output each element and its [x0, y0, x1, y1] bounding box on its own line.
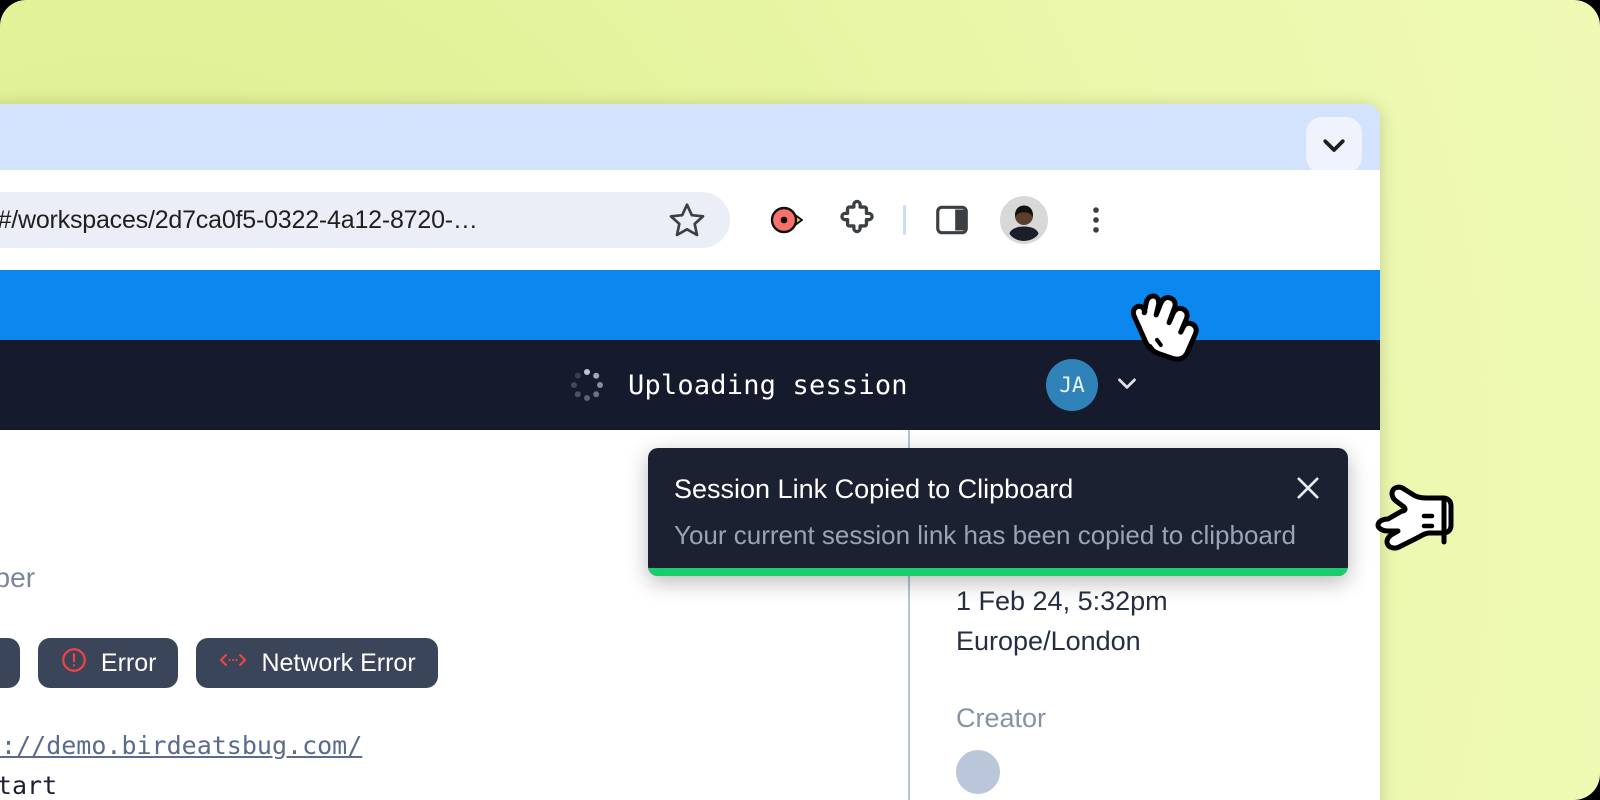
- filter-chip-warning[interactable]: Warning: [0, 638, 20, 688]
- browser-tab-strip: [0, 104, 1380, 173]
- toolbar-actions: [749, 170, 1132, 270]
- timezone-value: Europe/London: [956, 626, 1141, 656]
- toast-notification: Session Link Copied to Clipboard Your cu…: [648, 448, 1348, 576]
- log-list: ion started on https://demo.birdeatsbug.…: [0, 726, 362, 800]
- network-error-icon: [218, 647, 248, 680]
- birdeatsbug-extension-icon[interactable]: [749, 184, 821, 256]
- panel-tabs: System Info E2E Helper: [0, 562, 35, 594]
- pointing-hand-down-cursor: [1118, 288, 1214, 380]
- browser-toolbar: blm/local-session.html#/workspaces/2d7ca…: [0, 170, 1380, 270]
- log-entry-link[interactable]: https://demo.birdeatsbug.com/: [0, 731, 362, 760]
- creator-label: Creator: [956, 703, 1047, 733]
- pointing-hand-left-cursor: [1368, 482, 1464, 560]
- loading-spinner-icon: [570, 368, 604, 402]
- side-panel-icon[interactable]: [916, 184, 988, 256]
- log-filter-chips: Log Warning: [0, 638, 438, 688]
- filter-chip-error[interactable]: Error: [37, 638, 179, 688]
- creator-block: Creator: [956, 703, 1380, 794]
- url-text[interactable]: blm/local-session.html#/workspaces/2d7ca…: [0, 206, 644, 235]
- log-entry: ion started on https://demo.birdeatsbug.…: [0, 726, 362, 766]
- user-initials-avatar: JA: [1046, 359, 1098, 411]
- toast-progress-bar: [648, 568, 1348, 576]
- date-value: 1 Feb 24, 5:32pm: [956, 586, 1168, 616]
- tab-e2e-helper[interactable]: E2E Helper: [0, 562, 35, 594]
- upload-status: Uploading session: [570, 340, 908, 430]
- profile-avatar[interactable]: [988, 184, 1060, 256]
- toolbar-divider: [903, 205, 906, 235]
- avatar: [1000, 196, 1048, 244]
- toast-body: Your current session link has been copie…: [674, 520, 1296, 550]
- filter-chip-label: Network Error: [261, 648, 416, 677]
- creator-avatar: [956, 750, 1000, 794]
- log-entry: Screen Recording Start: [0, 771, 58, 800]
- error-circle-icon: [60, 646, 88, 681]
- address-bar[interactable]: blm/local-session.html#/workspaces/2d7ca…: [0, 192, 730, 248]
- toast-title: Session Link Copied to Clipboard: [674, 474, 1074, 504]
- browser-menu-icon[interactable]: [1060, 184, 1132, 256]
- filter-chip-network-error[interactable]: Network Error: [196, 638, 438, 688]
- chevron-down-icon[interactable]: [1306, 117, 1362, 173]
- extensions-icon[interactable]: [821, 184, 893, 256]
- star-icon[interactable]: [644, 200, 730, 240]
- screenshot-root: blm/local-session.html#/workspaces/2d7ca…: [0, 0, 1600, 800]
- close-icon[interactable]: [1286, 466, 1330, 510]
- upload-status-label: Uploading session: [628, 369, 908, 401]
- filter-chip-label: Error: [100, 648, 157, 677]
